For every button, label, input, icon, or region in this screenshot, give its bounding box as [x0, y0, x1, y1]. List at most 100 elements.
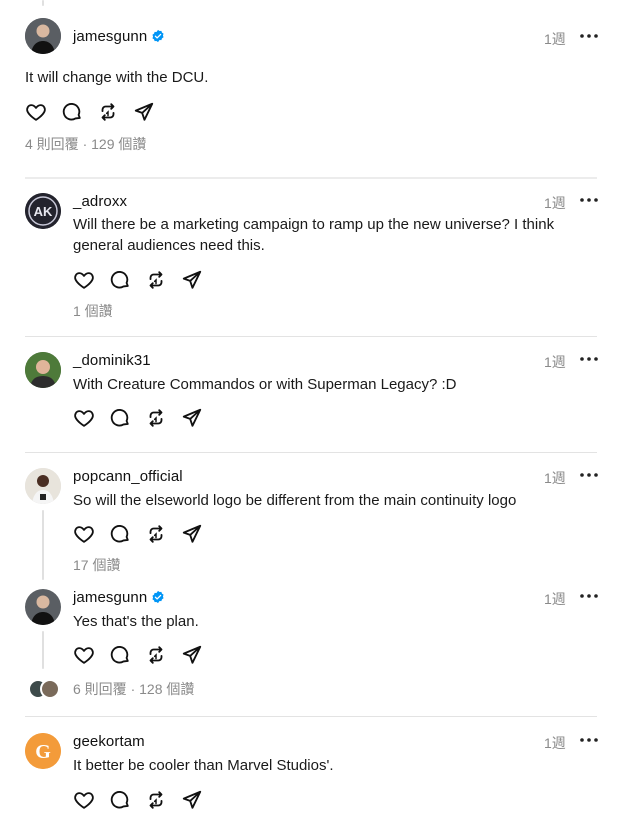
more-icon[interactable] [579, 733, 599, 747]
like-button[interactable] [73, 523, 95, 545]
action-bar [73, 269, 203, 291]
reply-button[interactable] [109, 644, 131, 666]
post-time[interactable]: 1週 [544, 468, 566, 488]
like-button[interactable] [25, 101, 47, 123]
reply-text: Will there be a marketing campaign to ra… [73, 216, 555, 254]
reply-meta[interactable]: 1 個讚 [73, 301, 113, 321]
username[interactable]: jamesgunn [73, 28, 165, 45]
share-button[interactable] [181, 523, 203, 545]
avatar-jamesgunn[interactable] [25, 18, 61, 54]
comment-icon [109, 269, 131, 291]
comment-icon [109, 407, 131, 429]
heart-icon [73, 644, 95, 666]
reply-divider [25, 452, 597, 453]
comment-icon [109, 644, 131, 666]
action-bar [25, 101, 155, 123]
action-bar [73, 523, 203, 545]
like-button[interactable] [73, 644, 95, 666]
repost-icon [145, 789, 167, 811]
avatar-initials: G [35, 741, 51, 763]
post-time[interactable]: 1週 [544, 29, 566, 49]
username[interactable]: popcann_official [73, 468, 183, 485]
repost-icon [145, 644, 167, 666]
username[interactable]: _dominik31 [73, 352, 151, 369]
more-icon[interactable] [579, 468, 599, 482]
repost-icon [145, 407, 167, 429]
reply-text: It better be cooler than Marvel Studios'… [73, 757, 334, 774]
repost-icon [97, 101, 119, 123]
avatar-initials: AK [34, 204, 53, 219]
share-button[interactable] [181, 789, 203, 811]
avatar-popcann[interactable] [25, 468, 61, 504]
thread-line [42, 510, 44, 580]
username-text[interactable]: jamesgunn [73, 589, 147, 606]
share-icon [181, 523, 203, 545]
share-icon [181, 644, 203, 666]
comment-icon [61, 101, 83, 123]
share-icon [181, 269, 203, 291]
mini-avatar [40, 679, 60, 699]
more-icon[interactable] [579, 352, 599, 366]
repost-button[interactable] [145, 269, 167, 291]
share-button[interactable] [181, 644, 203, 666]
reply-meta[interactable]: 17 個讚 [73, 555, 120, 575]
more-icon[interactable] [579, 193, 599, 207]
avatar-jamesgunn[interactable] [25, 589, 61, 625]
action-bar [73, 789, 203, 811]
username-text[interactable]: jamesgunn [73, 28, 147, 45]
share-icon [181, 789, 203, 811]
more-icon[interactable] [579, 589, 599, 603]
share-button[interactable] [181, 407, 203, 429]
reply-divider [25, 716, 597, 717]
post-time[interactable]: 1週 [544, 193, 566, 213]
share-icon [181, 407, 203, 429]
username[interactable]: jamesgunn [73, 589, 165, 606]
like-button[interactable] [73, 269, 95, 291]
reply-button[interactable] [61, 101, 83, 123]
repost-button[interactable] [145, 644, 167, 666]
action-bar [73, 407, 203, 429]
post-time[interactable]: 1週 [544, 589, 566, 609]
verified-icon [151, 29, 165, 43]
reply-button[interactable] [109, 523, 131, 545]
avatar-adroxx[interactable]: AK [25, 193, 61, 229]
post-meta[interactable]: 4 則回覆 · 129 個讚 [25, 134, 146, 154]
repost-button[interactable] [145, 407, 167, 429]
like-button[interactable] [73, 407, 95, 429]
repost-button[interactable] [97, 101, 119, 123]
comment-icon [109, 789, 131, 811]
avatar-dominik31[interactable] [25, 352, 61, 388]
repost-icon [145, 523, 167, 545]
action-bar [73, 644, 203, 666]
reply-button[interactable] [109, 789, 131, 811]
reply-text: So will the elseworld logo be different … [73, 492, 517, 509]
thread-line [42, 631, 44, 669]
repost-icon [145, 269, 167, 291]
repost-button[interactable] [145, 523, 167, 545]
heart-icon [73, 269, 95, 291]
reply-meta[interactable]: 6 則回覆 · 128 個讚 [73, 679, 194, 699]
username[interactable]: geekortam [73, 733, 145, 750]
verified-icon [151, 590, 165, 604]
heart-icon [73, 407, 95, 429]
section-divider [25, 177, 597, 179]
heart-icon [73, 523, 95, 545]
heart-icon [25, 101, 47, 123]
comment-icon [109, 523, 131, 545]
post-time[interactable]: 1週 [544, 352, 566, 372]
post-time[interactable]: 1週 [544, 733, 566, 753]
more-icon[interactable] [579, 29, 599, 43]
share-button[interactable] [133, 101, 155, 123]
reply-button[interactable] [109, 269, 131, 291]
share-icon [133, 101, 155, 123]
username[interactable]: _adroxx [73, 193, 127, 210]
share-button[interactable] [181, 269, 203, 291]
reply-button[interactable] [109, 407, 131, 429]
reply-text: With Creature Commandos or with Superman… [73, 376, 457, 393]
reply-text: Yes that's the plan. [73, 613, 199, 630]
repost-button[interactable] [145, 789, 167, 811]
reply-divider [25, 336, 597, 337]
like-button[interactable] [73, 789, 95, 811]
avatar-geekortam[interactable]: G [25, 733, 61, 769]
post-text: It will change with the DCU. [25, 69, 209, 86]
